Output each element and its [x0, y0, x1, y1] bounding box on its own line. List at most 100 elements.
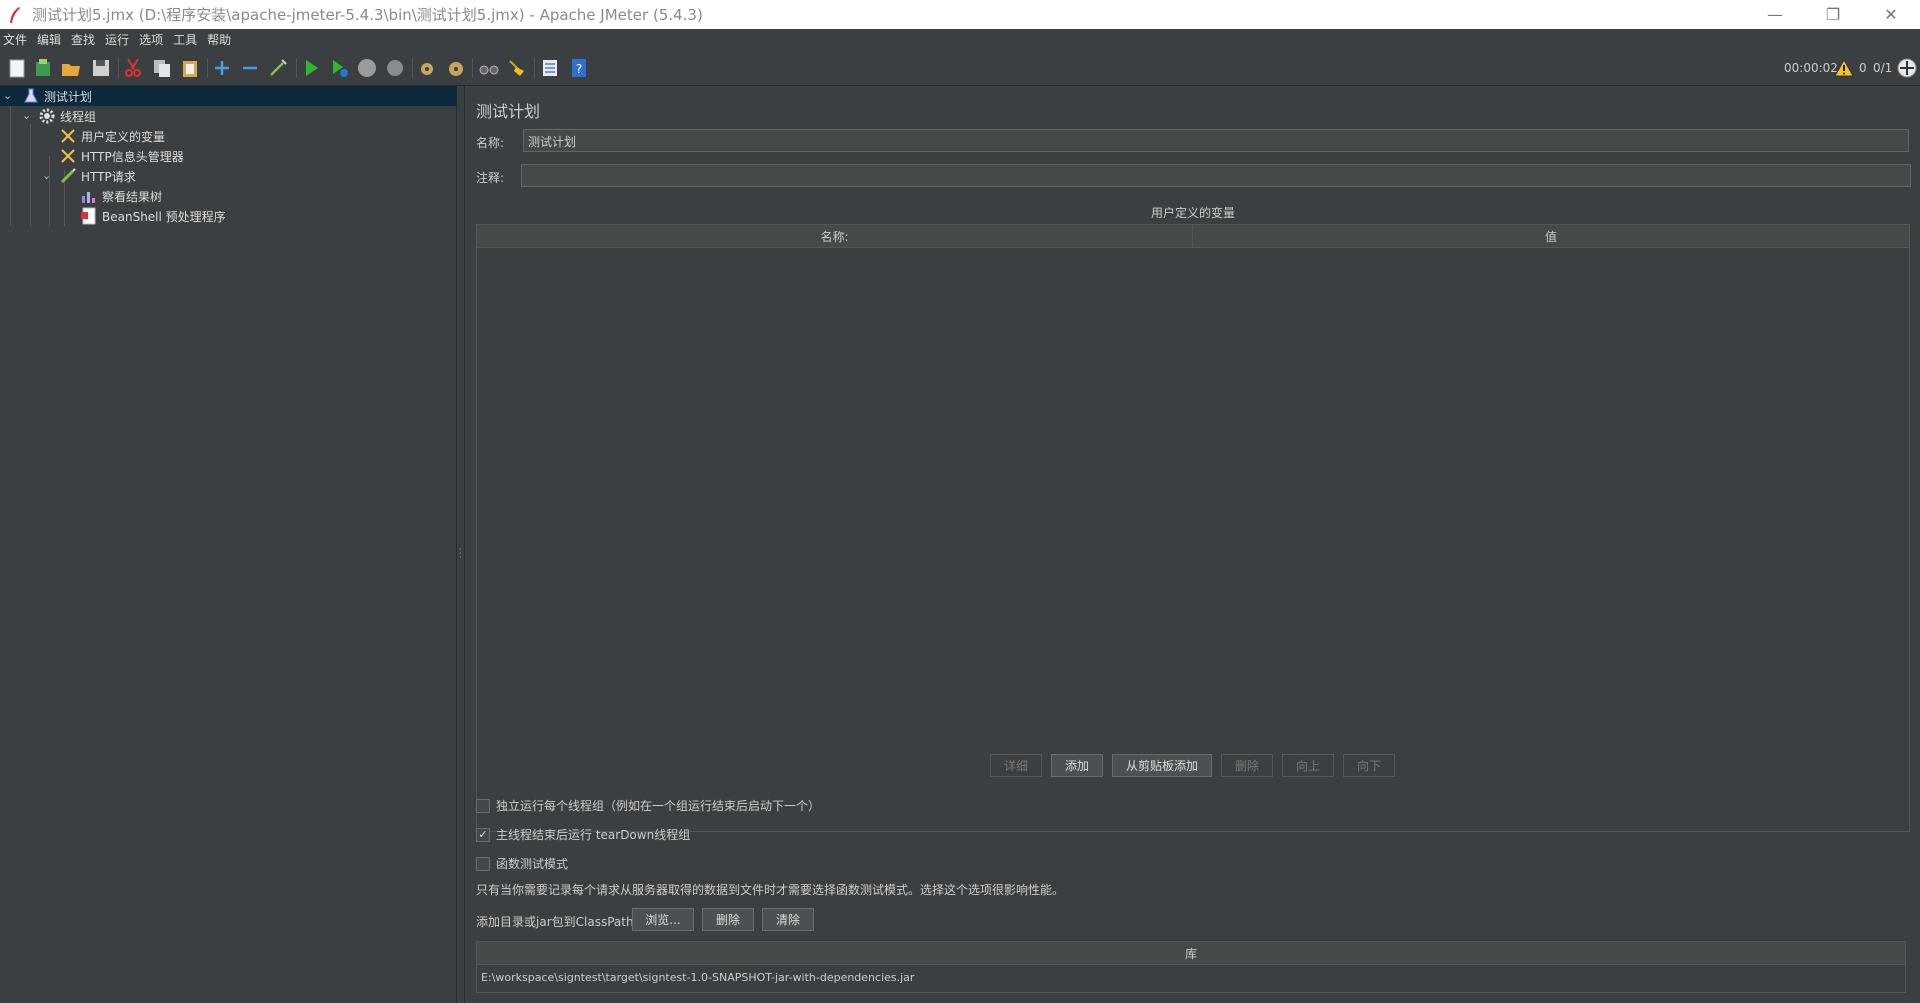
stop-button[interactable]: [355, 56, 379, 80]
open-folder-icon: [62, 64, 80, 76]
start-no-pauses-button[interactable]: [327, 56, 351, 80]
add-from-clipboard-button[interactable]: 从剪贴板添加: [1112, 754, 1212, 777]
checkbox[interactable]: [476, 798, 490, 813]
menu-help[interactable]: 帮助: [203, 31, 235, 48]
shutdown-button[interactable]: [383, 56, 407, 80]
collapse-all-button[interactable]: [238, 56, 262, 80]
chevron-down-icon[interactable]: ⌄: [22, 109, 34, 122]
test-plan-tree: ⌄ 测试计划 ⌄ 线程组 用户定义的变量 HTTP信息头管理器 ⌄ HTTP请求…: [0, 86, 457, 1003]
browse-button[interactable]: 浏览...: [632, 908, 694, 931]
window-title: 测试计划5.jmx (D:\程序安装\apache-jmeter-5.4.3\b…: [32, 6, 703, 24]
classpath-delete-button[interactable]: 删除: [702, 908, 754, 931]
list-icon: [543, 60, 557, 76]
minimize-button[interactable]: —: [1746, 0, 1804, 29]
column-header-library[interactable]: 库: [477, 942, 1905, 965]
toolbar-separator: [118, 58, 119, 78]
toolbar: ? 00:00:02 0 0/1: [0, 50, 1920, 86]
close-button[interactable]: ✕: [1862, 0, 1920, 29]
delete-button[interactable]: 删除: [1221, 754, 1273, 777]
scissors-icon: [125, 58, 141, 77]
start-button[interactable]: [299, 56, 323, 80]
close-icon: ✕: [1884, 5, 1898, 24]
name-field[interactable]: 测试计划: [523, 129, 1909, 152]
stop-icon: [358, 59, 376, 77]
panel-splitter[interactable]: · · ·: [457, 86, 465, 1003]
elapsed-time: 00:00:02: [1784, 61, 1838, 75]
warning-count: 0: [1859, 61, 1867, 75]
menu-edit[interactable]: 编辑: [33, 31, 65, 48]
toolbar-separator: [472, 58, 473, 78]
name-label: 名称:: [476, 136, 505, 150]
active-threads: 0/1: [1873, 61, 1893, 75]
jmeter-feather-icon: [10, 6, 20, 23]
comment-label: 注释:: [476, 171, 505, 185]
tree-item-view-results-tree[interactable]: 察看结果树: [80, 186, 162, 206]
play-icon: [306, 60, 318, 76]
menu-run[interactable]: 运行: [101, 31, 133, 48]
classpath-label: 添加目录或jar包到ClassPath: [476, 915, 634, 929]
functional-test-mode-option[interactable]: 函数测试模式: [476, 855, 568, 872]
move-down-button[interactable]: 向下: [1343, 754, 1395, 777]
clear-all-button[interactable]: [443, 56, 467, 80]
plus-icon: [215, 61, 229, 75]
minimize-icon: —: [1767, 5, 1783, 24]
toolbar-separator: [296, 58, 297, 78]
search-button[interactable]: [477, 56, 501, 80]
detail-button[interactable]: 详细: [990, 754, 1042, 777]
menu-file[interactable]: 文件: [0, 31, 31, 48]
expand-all-button[interactable]: [210, 56, 234, 80]
restore-button[interactable]: ❐: [1804, 0, 1862, 29]
comment-field[interactable]: [521, 164, 1911, 187]
chevron-down-icon[interactable]: ⌄: [3, 89, 15, 102]
new-button[interactable]: [5, 56, 29, 80]
splitter-handle-icon[interactable]: · · ·: [459, 546, 462, 562]
function-helper-button[interactable]: [538, 56, 562, 80]
remote-status-icon: [1897, 58, 1917, 78]
checkbox-checked[interactable]: ✓: [476, 827, 490, 842]
tree-guide: [30, 124, 31, 226]
clear-button[interactable]: [415, 56, 439, 80]
run-teardown-option[interactable]: ✓ 主线程结束后运行 tearDown线程组: [476, 826, 690, 843]
tree-item-beanshell-preprocessor[interactable]: BeanShell 预处理程序: [80, 206, 226, 226]
toolbar-separator: [412, 58, 413, 78]
paste-icon: [183, 61, 197, 77]
classpath-clear-button[interactable]: 清除: [762, 908, 814, 931]
clear-all-gear-icon: [449, 62, 463, 76]
play-no-pause-icon: [333, 60, 348, 77]
tree-item-thread-group[interactable]: ⌄ 线程组: [22, 106, 96, 126]
tools-icon: [59, 127, 77, 145]
column-header-value[interactable]: 值: [1193, 225, 1909, 248]
library-table[interactable]: 库 E:\workspace\signtest\target\signtest-…: [476, 941, 1906, 993]
cut-button[interactable]: [121, 56, 145, 80]
menu-search[interactable]: 查找: [67, 31, 99, 48]
add-button[interactable]: 添加: [1051, 754, 1103, 777]
save-button[interactable]: [89, 56, 113, 80]
copy-button[interactable]: [150, 56, 174, 80]
warning-icon[interactable]: [1834, 58, 1854, 78]
flask-icon: [22, 87, 40, 105]
tree-item-test-plan[interactable]: ⌄ 测试计划: [0, 86, 457, 106]
paste-button[interactable]: [178, 56, 202, 80]
chart-icon: [80, 187, 98, 205]
run-thread-groups-consecutively-option[interactable]: 独立运行每个线程组（例如在一个组运行结束后启动下一个）: [476, 797, 820, 814]
templates-button[interactable]: [31, 56, 55, 80]
help-button[interactable]: ?: [567, 56, 591, 80]
menu-tools[interactable]: 工具: [169, 31, 201, 48]
column-header-name[interactable]: 名称:: [477, 225, 1193, 248]
restore-icon: ❐: [1825, 5, 1841, 24]
tree-item-http-header-manager[interactable]: HTTP信息头管理器: [59, 146, 184, 166]
open-button[interactable]: [59, 56, 83, 80]
chevron-down-icon[interactable]: ⌄: [42, 169, 54, 182]
checkbox[interactable]: [476, 856, 490, 871]
variables-table[interactable]: 名称: 值: [476, 224, 1910, 832]
toggle-button[interactable]: [266, 56, 290, 80]
move-up-button[interactable]: 向上: [1282, 754, 1334, 777]
library-row[interactable]: E:\workspace\signtest\target\signtest-1.…: [481, 971, 914, 984]
reset-search-button[interactable]: [505, 56, 529, 80]
tree-item-http-request[interactable]: ⌄ HTTP请求: [42, 166, 136, 186]
tree-item-user-defined-variables[interactable]: 用户定义的变量: [59, 126, 165, 146]
toolbar-separator: [207, 58, 208, 78]
pen-icon: [59, 167, 77, 185]
menu-options[interactable]: 选项: [135, 31, 167, 48]
binoculars-icon: [479, 65, 499, 75]
